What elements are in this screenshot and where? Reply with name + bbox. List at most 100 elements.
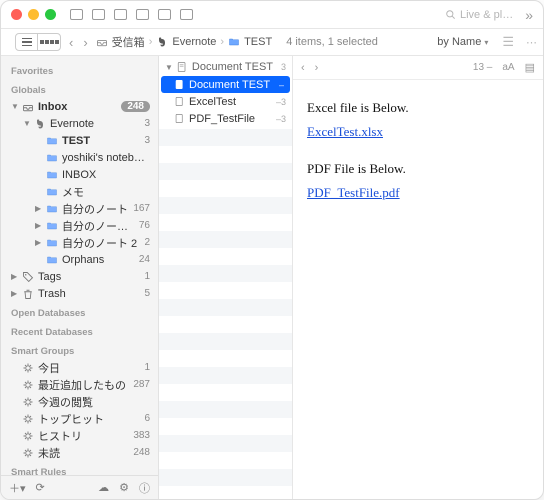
item-list: ▼ Document TEST 3 Document TEST–ExcelTes… — [159, 56, 293, 499]
add-button[interactable]: ＋▾ — [9, 480, 26, 496]
sidebar-item-label: Evernote — [50, 118, 144, 130]
disclosure-triangle-icon: ▼ — [165, 63, 173, 72]
nav-fwd-button[interactable]: › — [81, 35, 89, 50]
toolbar-extra-2[interactable]: ⋯ — [526, 36, 537, 49]
item-count: 5 — [144, 288, 150, 299]
preview-text: Excel file is Below. — [307, 98, 529, 118]
info-icon[interactable]: ⓘ — [139, 480, 150, 496]
crumb-1-label[interactable]: Evernote — [172, 36, 216, 48]
sidebar-item[interactable]: ▶自分のノート（1）76 — [1, 217, 158, 234]
toolbar-extra-1[interactable]: ☰ — [502, 34, 514, 50]
folder-icon — [45, 236, 58, 249]
overflow-icon[interactable]: » — [525, 7, 533, 23]
preview-link[interactable]: PDF_TestFile.pdf — [307, 185, 400, 200]
traffic-lights — [11, 9, 56, 20]
gear-icon — [21, 412, 34, 425]
item-count: 167 — [133, 203, 150, 214]
search-field[interactable]: Live & pl… — [445, 9, 513, 21]
sidebar-item[interactable]: 今週の閲覧 — [1, 393, 158, 410]
sidebar-section-header: Open Databases — [1, 302, 158, 321]
tb-tool-5[interactable] — [158, 9, 171, 20]
tb-tool-1[interactable] — [70, 9, 83, 20]
sidebar-footer: ＋▾ ⟳ ☁︎ ⚙︎ ⓘ — [1, 475, 158, 499]
sort-dropdown[interactable]: by Name ▾ — [437, 36, 488, 48]
view-mode-segmented[interactable] — [15, 33, 61, 51]
sidebar-item-label: Orphans — [62, 254, 139, 266]
search-icon — [445, 9, 456, 20]
tb-tool-2[interactable] — [92, 9, 105, 20]
tb-tool-3[interactable] — [114, 9, 127, 20]
list-item[interactable]: PDF_TestFile–3 — [159, 110, 292, 127]
sidebar-item[interactable]: ▼Inbox248 — [1, 98, 158, 115]
font-size-icon[interactable]: aA — [502, 62, 514, 73]
document-icon — [173, 113, 185, 125]
titlebar-tools — [70, 9, 193, 20]
folder-icon — [45, 202, 58, 215]
sidebar-item[interactable]: 未読248 — [1, 444, 158, 461]
settings-icon[interactable]: ⚙︎ — [119, 481, 129, 494]
chevron-down-icon: ▾ — [484, 38, 488, 47]
crumb-0-label[interactable]: 受信箱 — [112, 34, 145, 50]
preview-link[interactable]: ExcelTest.xlsx — [307, 124, 383, 139]
folder-icon — [45, 151, 58, 164]
list-item[interactable]: Document TEST– — [161, 76, 290, 93]
sidebar-item[interactable]: ▶Tags1 — [1, 268, 158, 285]
item-count: 6 — [144, 413, 150, 424]
document-icon — [173, 79, 185, 91]
sidebar-item[interactable]: トップヒット6 — [1, 410, 158, 427]
sidebar-item-label: yoshiki's notebook — [62, 152, 150, 164]
sidebar-item-label: Inbox — [38, 101, 121, 113]
sync-icon[interactable]: ⟳ — [36, 481, 45, 494]
gear-icon — [21, 429, 34, 442]
preview-text: PDF File is Below. — [307, 159, 529, 179]
crumb-2-label[interactable]: TEST — [244, 36, 272, 48]
minimize-button[interactable] — [28, 9, 39, 20]
zoom-button[interactable] — [45, 9, 56, 20]
preview-content: Excel file is Below. ExcelTest.xlsx PDF Fi… — [293, 80, 543, 499]
tb-tool-6[interactable] — [180, 9, 193, 20]
zoom-indicator[interactable]: 13 – — [473, 62, 492, 73]
document-icon — [176, 61, 188, 73]
item-count: 383 — [133, 430, 150, 441]
prev-back-button[interactable]: ‹ — [301, 62, 305, 74]
item-count: 24 — [139, 254, 150, 265]
sidebar-item[interactable]: メモ — [1, 183, 158, 200]
sidebar-item[interactable]: yoshiki's notebook — [1, 149, 158, 166]
sidebar-item[interactable]: ▶Trash5 — [1, 285, 158, 302]
sidebar-item[interactable]: Orphans24 — [1, 251, 158, 268]
cloud-icon[interactable]: ☁︎ — [98, 481, 109, 494]
sidebar-item[interactable]: ▼Evernote3 — [1, 115, 158, 132]
nav-back-button[interactable]: ‹ — [67, 35, 75, 50]
sidebar-item[interactable]: ▶自分のノート 22 — [1, 234, 158, 251]
item-count: 76 — [139, 220, 150, 231]
gear-icon — [21, 395, 34, 408]
sidebar-item-label: INBOX — [62, 169, 150, 181]
list-item-count: –3 — [276, 114, 286, 124]
sidebar-item[interactable]: ヒストリ383 — [1, 427, 158, 444]
sidebar-item[interactable]: 今日1 — [1, 359, 158, 376]
list-group-header[interactable]: ▼ Document TEST 3 — [159, 58, 292, 76]
prev-fwd-button[interactable]: › — [315, 62, 319, 74]
sidebar-item[interactable]: TEST3 — [1, 132, 158, 149]
preview-menu-icon[interactable]: ▤ — [525, 61, 535, 74]
sidebar-item-label: メモ — [62, 184, 150, 200]
sidebar-item-label: 今週の閲覧 — [38, 394, 150, 410]
view-list-icon[interactable] — [16, 34, 38, 50]
sidebar-item[interactable]: INBOX — [1, 166, 158, 183]
document-icon — [173, 96, 185, 108]
list-item[interactable]: ExcelTest–3 — [159, 93, 292, 110]
tb-tool-4[interactable] — [136, 9, 149, 20]
sidebar-item[interactable]: 最近追加したもの287 — [1, 376, 158, 393]
folder-icon — [45, 185, 58, 198]
disclosure-icon: ▼ — [11, 102, 20, 111]
preview-toolbar: ‹ › 13 – aA ▤ — [293, 56, 543, 80]
search-placeholder: Live & pl… — [460, 9, 513, 21]
view-grid-icon[interactable] — [38, 34, 60, 50]
toolbar: ‹ › 受信箱 › Evernote › TEST 4 items, 1 sel… — [1, 29, 543, 56]
sidebar-item[interactable]: ▶自分のノート167 — [1, 200, 158, 217]
status-text: 4 items, 1 selected — [286, 36, 378, 48]
close-button[interactable] — [11, 9, 22, 20]
sidebar-item-label: Trash — [38, 288, 144, 300]
sidebar-section-header: Recent Databases — [1, 321, 158, 340]
inbox-icon — [96, 36, 108, 48]
